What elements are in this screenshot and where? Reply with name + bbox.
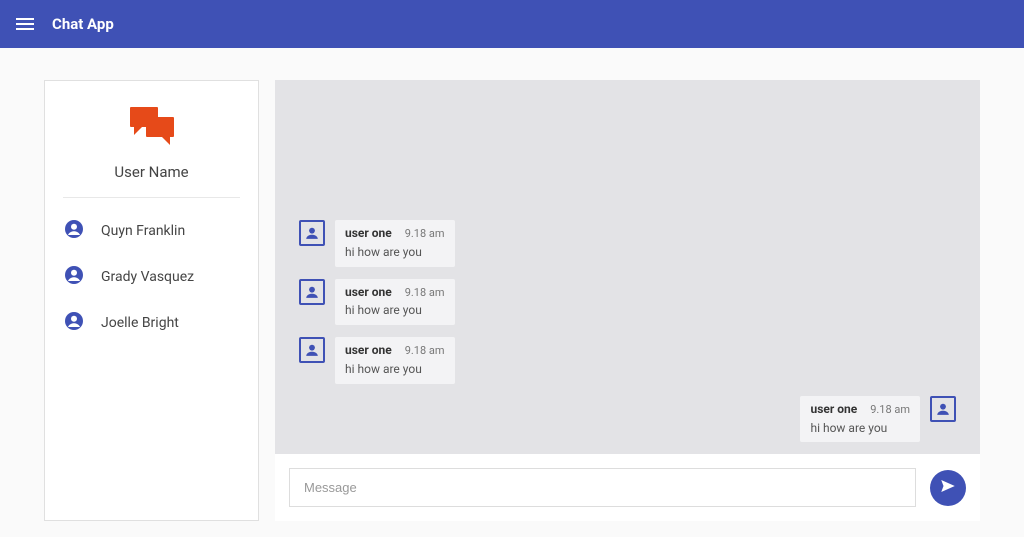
message-sender: user one [345,343,392,357]
avatar-icon [299,220,325,246]
message-text: hi how are you [345,302,445,319]
message-bubble: user one 9.18 am hi how are you [335,279,455,326]
message-out: user one 9.18 am hi how are you [800,396,956,443]
composer [275,454,980,521]
message-in: user one 9.18 am hi how are you [299,279,693,326]
menu-icon[interactable] [16,15,34,33]
avatar-icon [930,396,956,422]
message-text: hi how are you [810,420,910,437]
person-icon [65,220,83,242]
send-icon [939,477,957,498]
contact-item[interactable]: Quyn Franklin [59,208,244,254]
sidebar: User Name Quyn Franklin Grady Vasquez Jo… [44,80,259,521]
message-text: hi how are you [345,361,445,378]
message-time: 9.18 am [405,227,445,240]
message-sender: user one [345,285,392,299]
message-sender: user one [345,226,392,240]
message-time: 9.18 am [405,344,445,357]
message-list: user one 9.18 am hi how are you user one… [275,80,980,454]
send-button[interactable] [930,470,966,506]
contact-name: Grady Vasquez [101,269,194,285]
message-text: hi how are you [345,244,445,261]
sidebar-divider [63,197,240,198]
message-in: user one 9.18 am hi how are you [299,337,693,384]
message-time: 9.18 am [405,286,445,299]
contact-name: Quyn Franklin [101,223,185,239]
message-in: user one 9.18 am hi how are you [299,220,693,267]
top-bar: Chat App [0,0,1024,48]
app-logo-icon [59,105,244,149]
chat-panel: user one 9.18 am hi how are you user one… [275,80,980,521]
message-sender: user one [810,402,857,416]
contact-name: Joelle Bright [101,315,179,331]
person-icon [65,312,83,334]
avatar-icon [299,337,325,363]
person-icon [65,266,83,288]
message-bubble: user one 9.18 am hi how are you [335,220,455,267]
message-time: 9.18 am [870,403,910,416]
avatar-icon [299,279,325,305]
contact-item[interactable]: Joelle Bright [59,300,244,346]
message-input[interactable] [289,468,916,507]
message-bubble: user one 9.18 am hi how are you [800,396,920,443]
contact-item[interactable]: Grady Vasquez [59,254,244,300]
app-title: Chat App [52,15,114,33]
current-user-name: User Name [59,163,244,197]
message-bubble: user one 9.18 am hi how are you [335,337,455,384]
